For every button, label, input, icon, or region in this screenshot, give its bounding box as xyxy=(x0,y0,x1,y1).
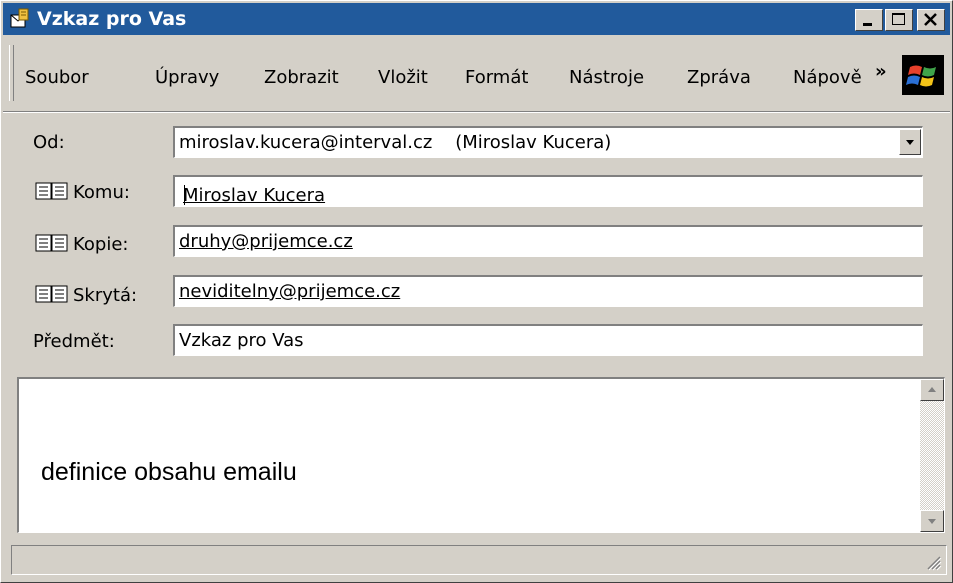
to-label: Komu: xyxy=(73,182,130,203)
cc-value: druhy@prijemce.cz xyxy=(179,231,353,252)
title-bar[interactable]: Vzkaz pro Vas xyxy=(3,3,950,35)
to-field[interactable]: Miroslav Kucera xyxy=(173,175,923,207)
subject-field[interactable]: Vzkaz pro Vas xyxy=(173,324,923,356)
scroll-up-button[interactable] xyxy=(920,379,944,401)
chevron-down-icon xyxy=(906,140,914,145)
scroll-down-button[interactable] xyxy=(920,510,944,532)
close-icon xyxy=(924,13,937,26)
cc-label: Kopie: xyxy=(73,234,129,255)
cc-field[interactable]: druhy@prijemce.cz xyxy=(173,225,923,257)
menu-vlozit[interactable]: Vložit xyxy=(378,67,428,89)
menu-nastroje[interactable]: Nástroje xyxy=(569,67,644,89)
menu-zobrazit[interactable]: Zobrazit xyxy=(264,67,339,89)
maximize-icon xyxy=(892,13,905,25)
menu-bar: Soubor Úpravy Zobrazit Vložit Formát Nás… xyxy=(3,37,950,111)
vertical-scrollbar[interactable] xyxy=(920,379,944,532)
letter-icon xyxy=(10,8,29,28)
minimize-icon xyxy=(863,23,872,26)
window-title: Vzkaz pro Vas xyxy=(37,8,187,30)
menu-napoveda[interactable]: Nápově xyxy=(793,67,871,89)
close-button[interactable] xyxy=(917,9,945,31)
from-label: Od: xyxy=(33,132,65,153)
separator xyxy=(3,111,950,113)
from-value: miroslav.kucera@interval.cz (Miroslav Ku… xyxy=(179,132,612,153)
menu-soubor[interactable]: Soubor xyxy=(25,67,89,89)
compose-window: Vzkaz pro Vas Soubor Úpravy Zobrazit Vlo… xyxy=(0,0,953,583)
to-label-button[interactable]: Komu: xyxy=(35,181,130,204)
menu-format[interactable]: Formát xyxy=(465,67,528,89)
bcc-value: neviditelny@prijemce.cz xyxy=(179,281,401,302)
message-body-text: definice obsahu emailu xyxy=(41,458,297,486)
minimize-button[interactable] xyxy=(855,9,883,31)
resize-grip-icon[interactable] xyxy=(924,553,942,571)
from-dropdown[interactable]: miroslav.kucera@interval.cz (Miroslav Ku… xyxy=(173,126,923,158)
menu-more-chevron[interactable]: » xyxy=(875,61,887,82)
menu-upravy[interactable]: Úpravy xyxy=(155,67,219,89)
menu-grip[interactable] xyxy=(9,45,14,101)
status-bar xyxy=(11,545,947,575)
bcc-label: Skrytá: xyxy=(73,285,138,306)
from-dropdown-button[interactable] xyxy=(899,129,921,155)
menu-zprava[interactable]: Zpráva xyxy=(687,67,751,89)
subject-label: Předmět: xyxy=(33,331,115,352)
address-book-icon xyxy=(35,182,68,200)
cc-label-button[interactable]: Kopie: xyxy=(35,233,129,256)
maximize-button[interactable] xyxy=(885,9,913,31)
address-book-icon xyxy=(35,285,68,303)
windows-logo-icon xyxy=(902,55,944,95)
bcc-field[interactable]: neviditelny@prijemce.cz xyxy=(173,275,923,307)
text-caret xyxy=(184,185,185,205)
address-book-icon xyxy=(35,234,68,252)
to-value: Miroslav Kucera xyxy=(183,185,326,206)
message-body[interactable]: definice obsahu emailu xyxy=(17,377,945,533)
bcc-label-button[interactable]: Skrytá: xyxy=(35,284,137,307)
chevron-down-icon xyxy=(928,519,936,524)
subject-value: Vzkaz pro Vas xyxy=(179,330,304,351)
chevron-up-icon xyxy=(928,387,936,392)
